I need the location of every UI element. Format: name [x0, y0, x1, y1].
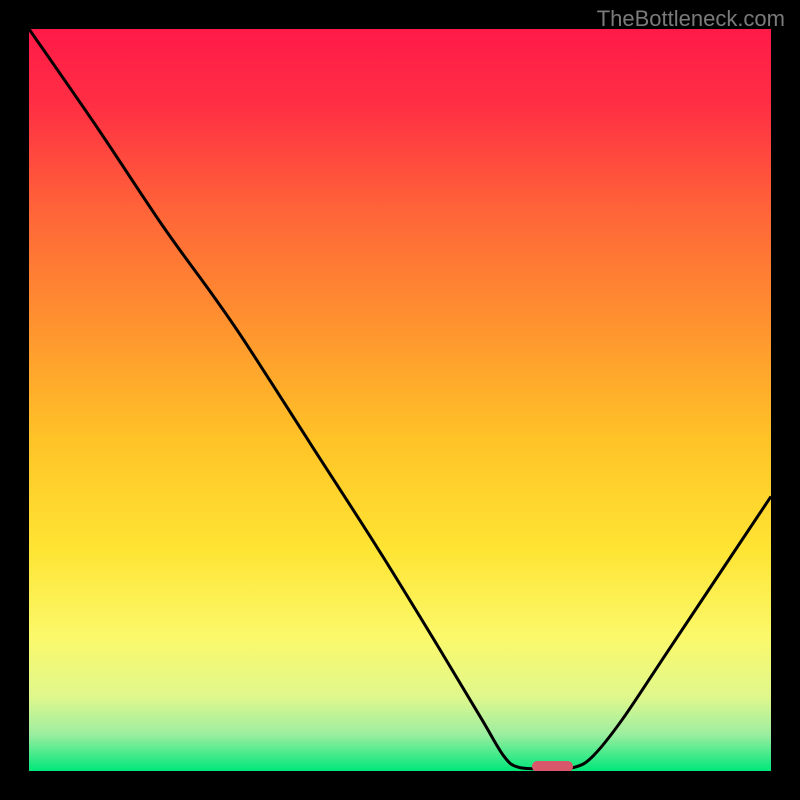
bottleneck-curve: [29, 29, 771, 769]
optimum-marker: [532, 761, 573, 771]
watermark-label: TheBottleneck.com: [597, 6, 785, 32]
curve-layer: [29, 29, 771, 771]
plot-area: [29, 29, 771, 771]
